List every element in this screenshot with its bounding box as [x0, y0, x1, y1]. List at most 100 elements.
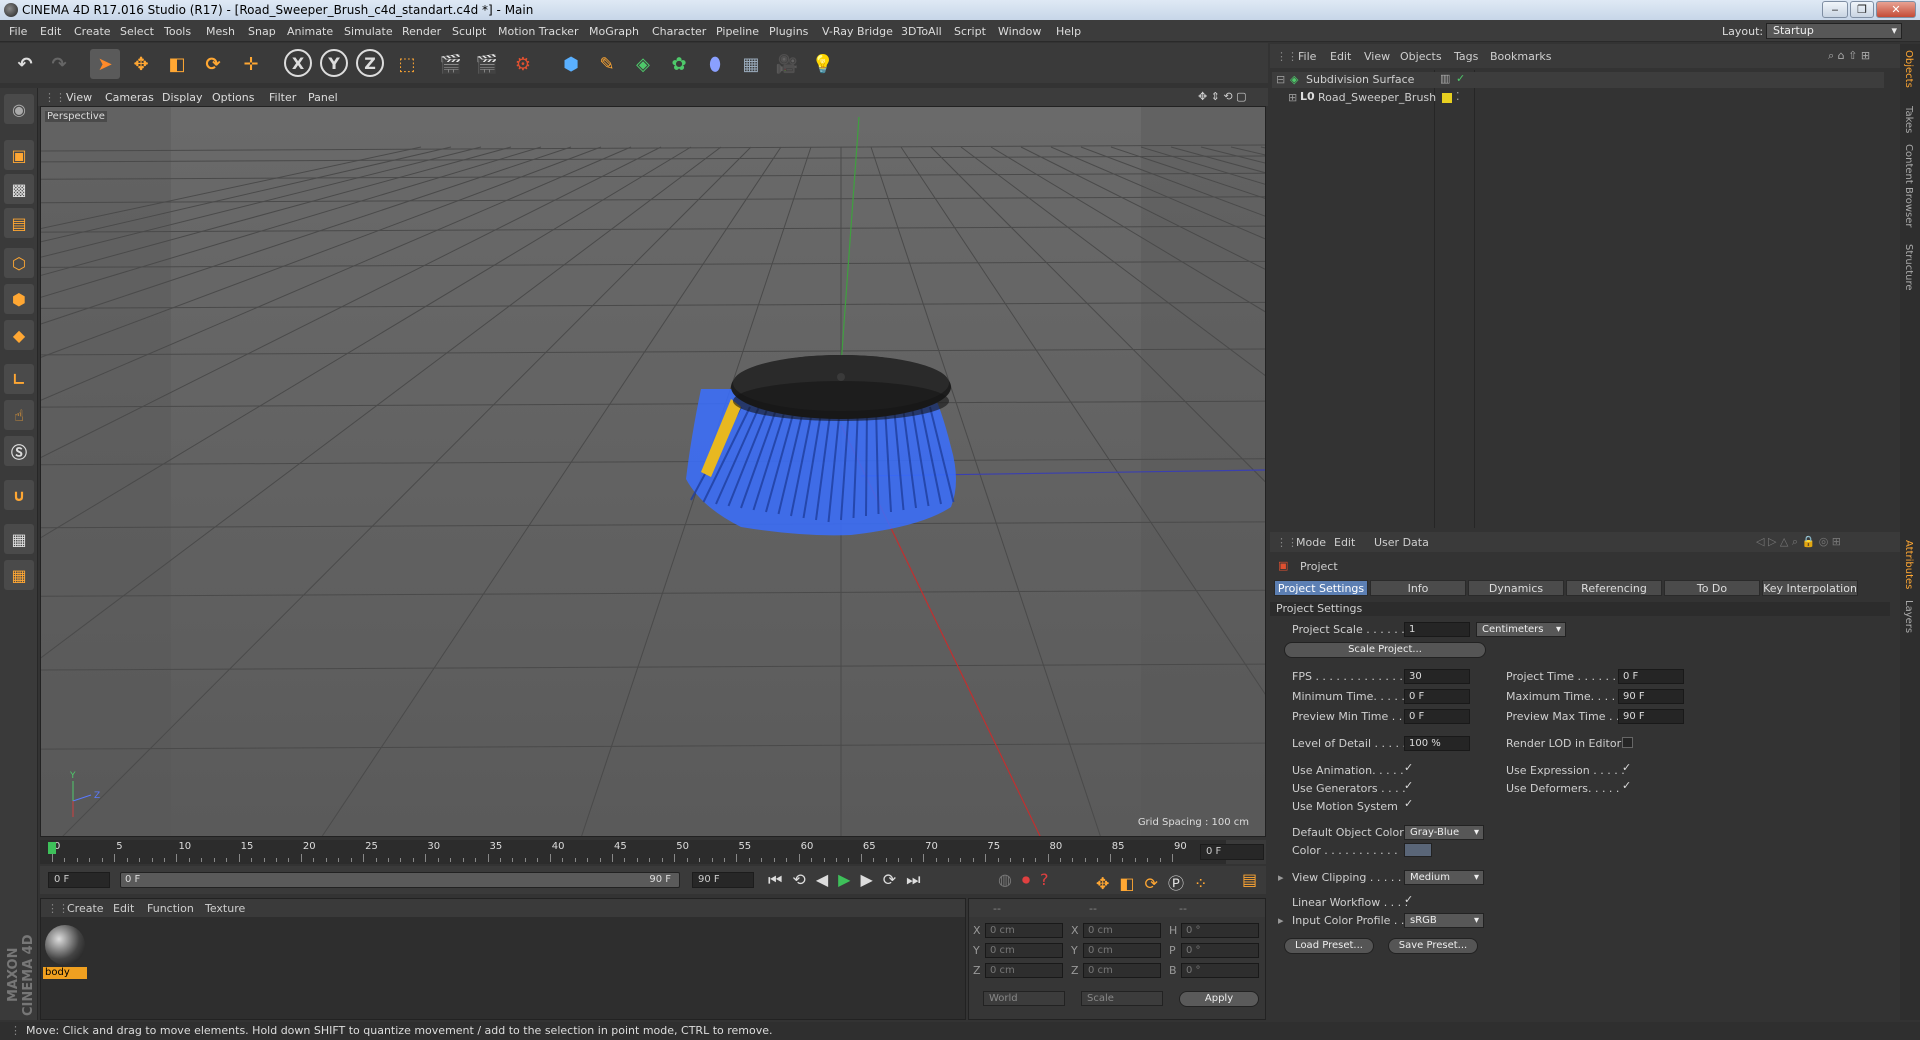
attr-menu-user-data[interactable]: User Data — [1374, 536, 1429, 549]
floor-environment-icon[interactable]: ▦ — [736, 49, 766, 79]
use-generators-checkbox[interactable]: ✓ — [1404, 780, 1415, 792]
prev-key-icon[interactable]: ⟲ — [792, 870, 815, 889]
prev-frame-icon[interactable]: ◀ — [816, 870, 838, 889]
preview-max-field[interactable]: 90 F — [1618, 709, 1684, 724]
tab-key-interpolation[interactable]: Key Interpolation — [1762, 580, 1858, 596]
tab-dynamics[interactable]: Dynamics — [1468, 580, 1564, 596]
object-menu-bookmarks[interactable]: Bookmarks — [1490, 50, 1551, 63]
coord-position-field[interactable]: 0 cm — [985, 943, 1063, 958]
material-menu-texture[interactable]: Texture — [205, 902, 245, 915]
preview-range-slider[interactable]: 0 F 90 F — [120, 872, 680, 888]
material-menu-edit[interactable]: Edit — [113, 902, 134, 915]
menu-character[interactable]: Character — [652, 25, 706, 38]
side-tab-layers[interactable]: Layers — [1903, 600, 1914, 633]
side-tab-attributes[interactable]: Attributes — [1903, 540, 1914, 589]
timeline-window-icon[interactable]: ▤ — [1242, 870, 1257, 889]
key-rotation-icon[interactable]: ⟳ — [1145, 874, 1168, 893]
input-profile-dropdown[interactable]: sRGB ▾ — [1404, 913, 1484, 928]
play-icon[interactable]: ▶ — [838, 870, 860, 889]
coord-rotation-field[interactable]: 0 ° — [1181, 943, 1259, 958]
tab-info[interactable]: Info — [1370, 580, 1466, 596]
visibility-icon[interactable]: ▥ — [1440, 72, 1450, 85]
project-scale-field[interactable]: 1 — [1404, 622, 1470, 637]
attr-menu-mode[interactable]: Mode — [1296, 536, 1326, 549]
viewport-menu-panel[interactable]: Panel — [308, 91, 338, 104]
tab-to-do[interactable]: To Do — [1664, 580, 1760, 596]
start-frame-field[interactable]: 0 F — [48, 872, 110, 888]
undo-icon[interactable]: ↶ — [10, 49, 40, 79]
coord-position-field[interactable]: 0 cm — [985, 963, 1063, 978]
points-mode-icon[interactable]: ⬡ — [4, 248, 34, 278]
redo-icon[interactable]: ↷ — [44, 49, 74, 79]
z-axis-lock-button[interactable]: Z — [356, 49, 384, 77]
object-menu-objects[interactable]: Objects — [1400, 50, 1442, 63]
coord-rotation-field[interactable]: 0 ° — [1181, 963, 1259, 978]
menu-file[interactable]: File — [9, 25, 27, 38]
use-deformers-checkbox[interactable]: ✓ — [1622, 780, 1633, 792]
menu-window[interactable]: Window — [998, 25, 1041, 38]
enabled-check-icon[interactable]: ✓ — [1456, 72, 1465, 85]
viewport-menu-display[interactable]: Display — [162, 91, 203, 104]
default-color-dropdown[interactable]: Gray-Blue ▾ — [1404, 825, 1484, 840]
coord-size-field[interactable]: 0 cm — [1083, 923, 1161, 938]
apply-button[interactable]: Apply — [1179, 991, 1259, 1007]
material-menu-create[interactable]: Create — [67, 902, 104, 915]
scale-tool-icon[interactable]: ◧ — [162, 49, 192, 79]
minimize-button[interactable]: ‒ — [1822, 1, 1848, 18]
menu-animate[interactable]: Animate — [287, 25, 333, 38]
y-axis-lock-button[interactable]: Y — [320, 49, 348, 77]
linear-workflow-checkbox[interactable]: ✓ — [1404, 894, 1415, 906]
render-settings-icon[interactable]: ⚙ — [508, 49, 538, 79]
magnet-icon[interactable]: ∪ — [4, 480, 34, 510]
light-icon[interactable]: 💡 — [808, 49, 838, 79]
deformer-icon[interactable]: ⬮ — [700, 49, 730, 79]
polygons-mode-icon[interactable]: ◆ — [4, 320, 34, 350]
workplane-mode-icon[interactable]: ▤ — [4, 208, 34, 238]
use-motion-checkbox[interactable]: ✓ — [1404, 798, 1415, 810]
lock-workplane-icon[interactable]: ▦ — [4, 524, 34, 554]
menu-pipeline[interactable]: Pipeline — [716, 25, 759, 38]
next-frame-icon[interactable]: ▶ — [860, 870, 882, 889]
scale-project-button[interactable]: Scale Project... — [1284, 642, 1486, 658]
goto-start-icon[interactable]: ⏮ — [768, 870, 792, 889]
menu-mesh[interactable]: Mesh — [206, 25, 235, 38]
coordinate-system-icon[interactable]: ⬚ — [392, 49, 422, 79]
render-picture-viewer-icon[interactable]: 🎬 — [472, 49, 502, 79]
rotate-tool-icon[interactable]: ⟳ — [198, 49, 228, 79]
live-selection-icon[interactable]: ✛ — [236, 49, 266, 79]
layer-color-swatch[interactable] — [1442, 93, 1452, 103]
object-row-subdivision[interactable]: ⊟ ◈ Subdivision Surface ▥ ✓ — [1272, 72, 1884, 88]
lod-field[interactable]: 100 % — [1404, 736, 1470, 751]
menu-mograph[interactable]: MoGraph — [589, 25, 639, 38]
expand-icon[interactable]: ⊞ — [1288, 91, 1297, 104]
timeline-track[interactable]: 0 5 10 15 20 25 30 35 40 45 50 55 60 65 70 75 80 85 90 — [40, 840, 1226, 864]
save-preset-button[interactable]: Save Preset... — [1388, 938, 1478, 954]
key-scale-icon[interactable]: ◧ — [1119, 874, 1144, 893]
model-mode-icon[interactable]: ▣ — [4, 140, 34, 170]
menu-simulate[interactable]: Simulate — [344, 25, 393, 38]
timeline-playhead[interactable] — [48, 842, 56, 854]
planar-workplane-icon[interactable]: ▦ — [4, 560, 34, 590]
menu-vray-bridge[interactable]: V-Ray Bridge — [822, 25, 893, 38]
menu-create[interactable]: Create — [74, 25, 111, 38]
viewport-menu-filter[interactable]: Filter — [269, 91, 296, 104]
texture-mode-icon[interactable]: ▩ — [4, 174, 34, 204]
visibility-dots-icon[interactable]: ⁚ — [1456, 90, 1460, 103]
viewport-perspective[interactable]: Y Z Perspective Grid Spacing : 100 cm — [40, 106, 1266, 837]
key-position-icon[interactable]: ✥ — [1096, 874, 1119, 893]
max-time-field[interactable]: 90 F — [1618, 689, 1684, 704]
timeline-ruler[interactable]: 0 5 10 15 20 25 30 35 40 45 50 55 60 65 70 75 80 85 90 0 F — [40, 840, 1266, 864]
menu-select[interactable]: Select — [120, 25, 154, 38]
make-editable-icon[interactable]: ◉ — [4, 94, 34, 124]
menu-help[interactable]: Help — [1056, 25, 1081, 38]
side-tab-takes[interactable]: Takes — [1903, 106, 1914, 133]
transport-buttons[interactable]: ⏮⟲◀▶▶⟳⏭ — [768, 870, 931, 890]
coord-size-mode-dropdown[interactable]: Scale — [1081, 991, 1163, 1006]
object-menu-file[interactable]: File — [1298, 50, 1316, 63]
next-key-icon[interactable]: ⟳ — [883, 870, 906, 889]
camera-icon[interactable]: 🎥 — [772, 49, 802, 79]
fps-field[interactable]: 30 — [1404, 669, 1470, 684]
object-row-road-sweeper[interactable]: ⊞ L0 Road_Sweeper_Brush ⁚ — [1272, 90, 1884, 106]
viewport-menu-cameras[interactable]: Cameras — [105, 91, 154, 104]
attr-nav-icons[interactable]: ◁ ▷ △ ⌕ 🔒 ◎ ⊞ — [1756, 535, 1841, 549]
